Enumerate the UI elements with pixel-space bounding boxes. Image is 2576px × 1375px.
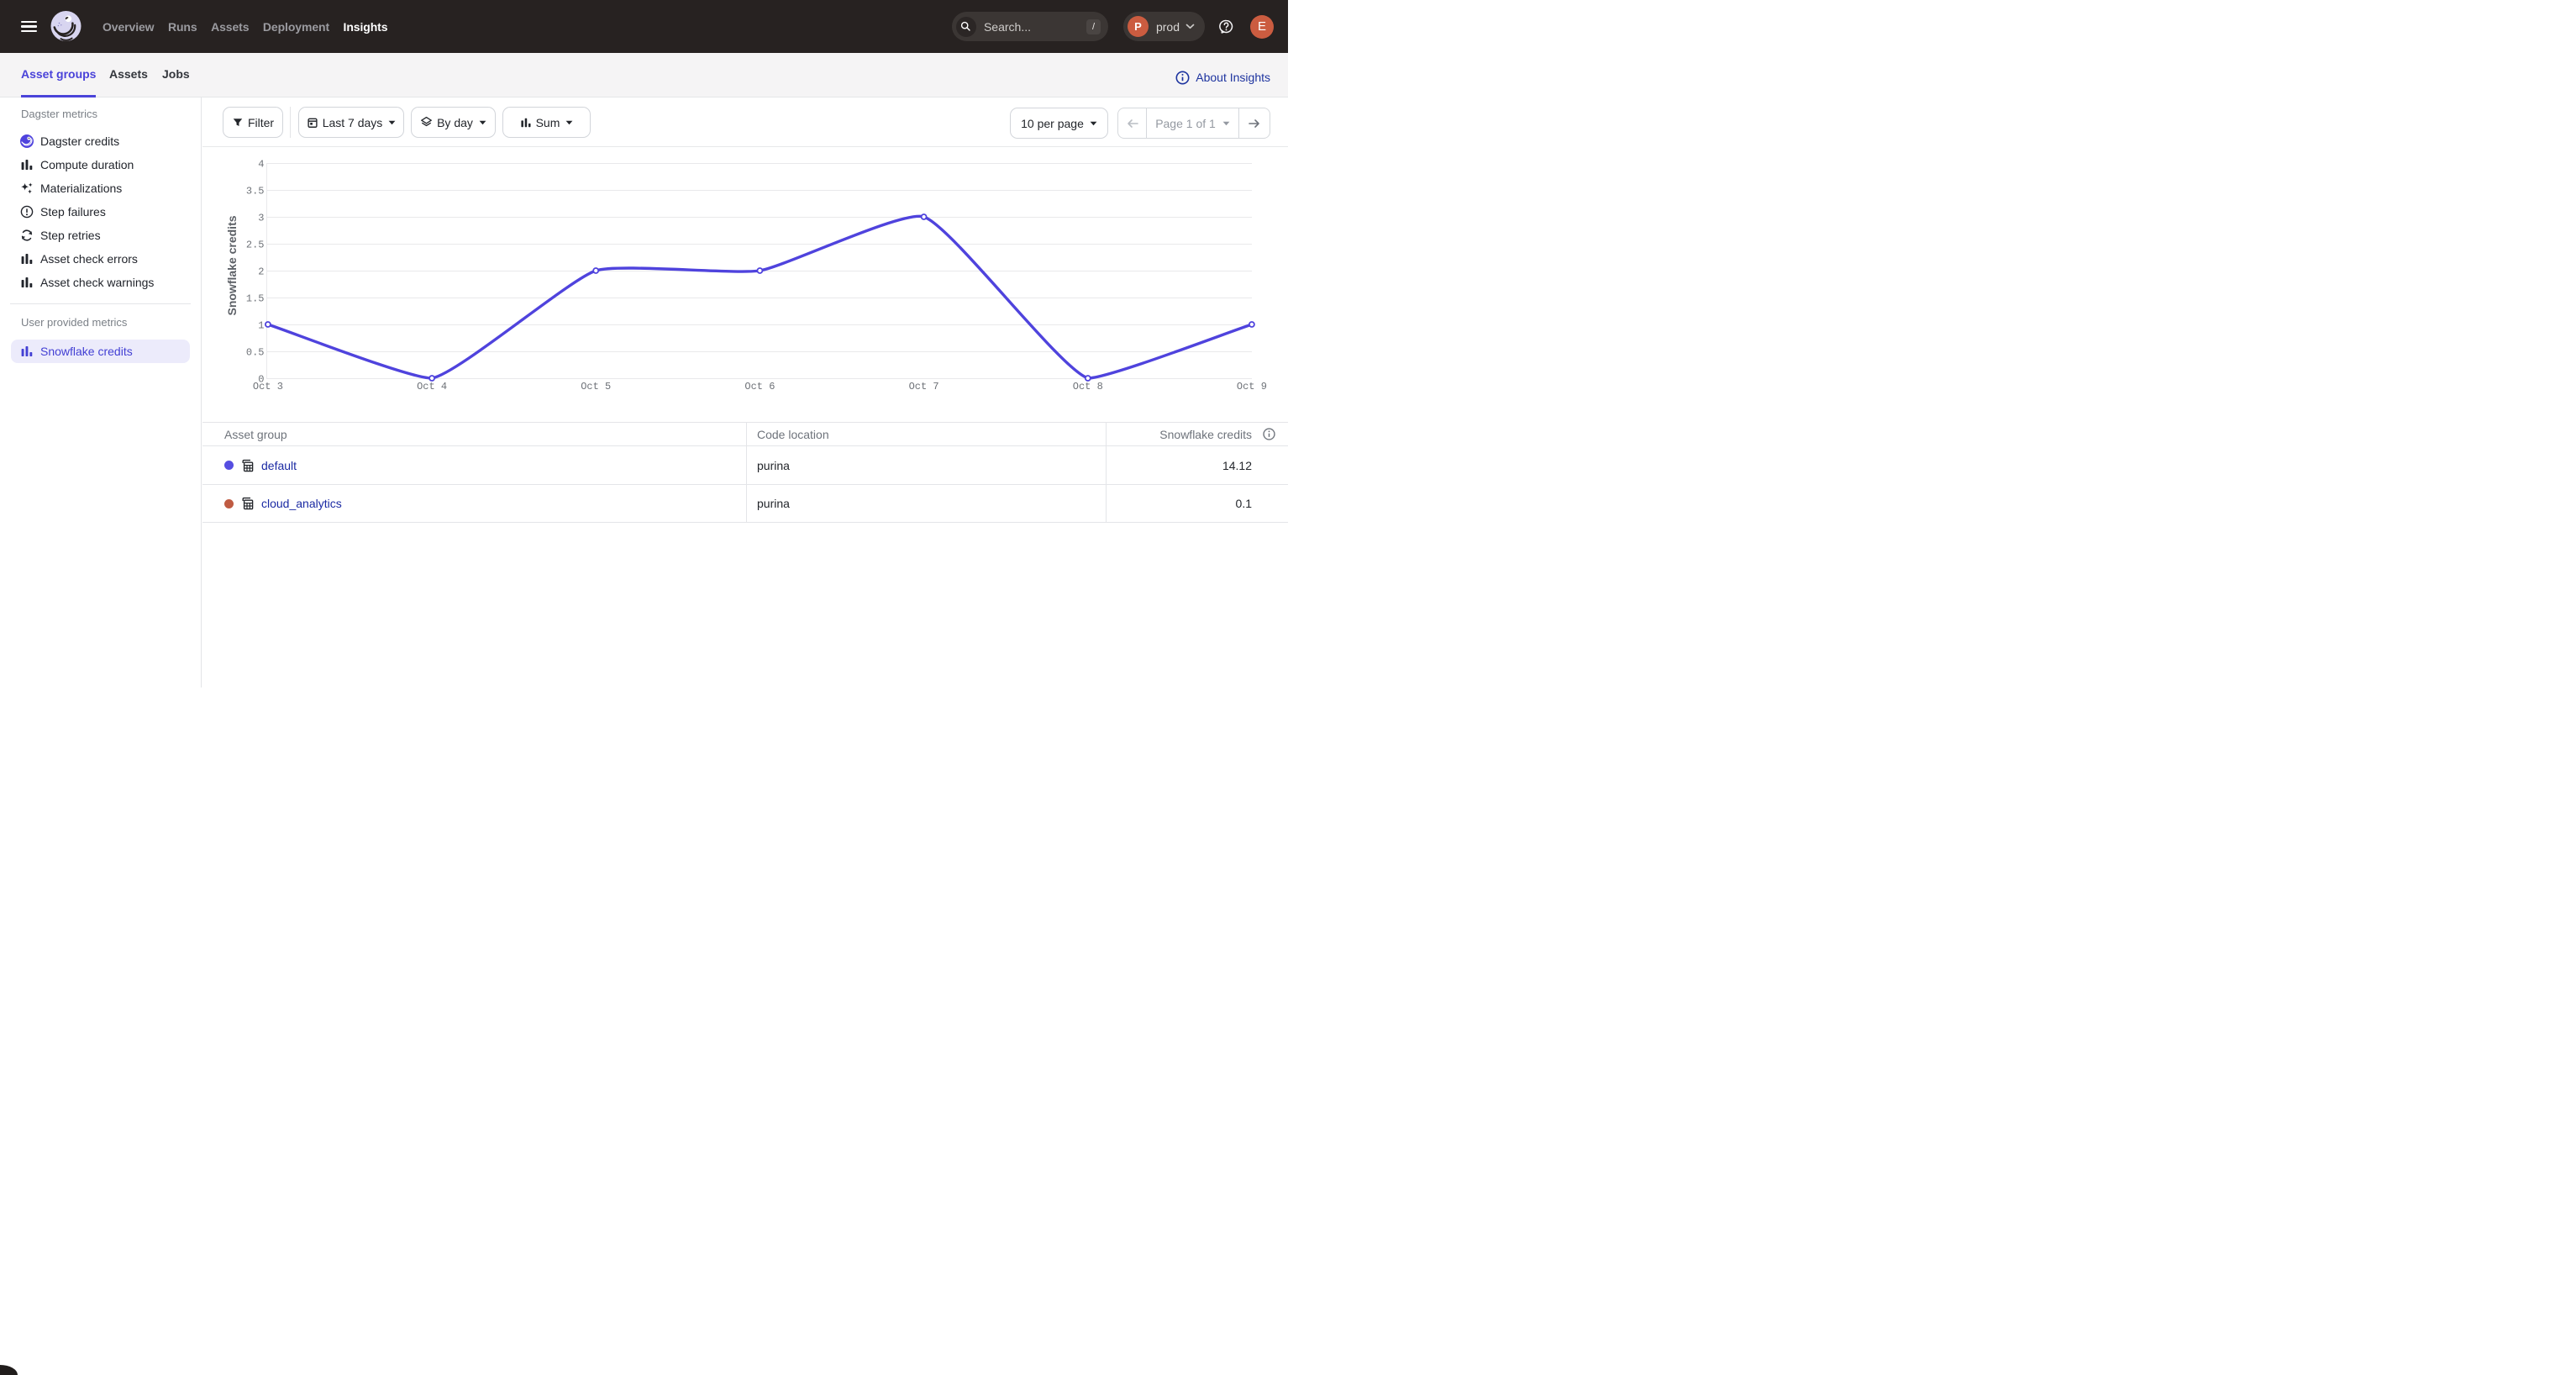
svg-text:1.5: 1.5 [246, 293, 265, 305]
svg-text:0.5: 0.5 [246, 347, 265, 359]
svg-text:3: 3 [258, 213, 264, 224]
svg-text:Oct 5: Oct 5 [581, 381, 611, 392]
svg-text:Oct 8: Oct 8 [1073, 381, 1103, 392]
svg-text:2.5: 2.5 [246, 240, 265, 251]
svg-text:4: 4 [258, 159, 264, 171]
svg-text:Snowflake credits: Snowflake credits [225, 215, 239, 315]
svg-text:Oct 3: Oct 3 [253, 381, 283, 392]
svg-text:Oct 7: Oct 7 [909, 381, 939, 392]
svg-text:Oct 6: Oct 6 [744, 381, 775, 392]
svg-text:1: 1 [258, 320, 264, 332]
svg-text:Oct 9: Oct 9 [1237, 381, 1267, 392]
svg-text:Oct 4: Oct 4 [417, 381, 447, 392]
svg-text:3.5: 3.5 [246, 186, 265, 198]
svg-text:2: 2 [258, 266, 264, 278]
